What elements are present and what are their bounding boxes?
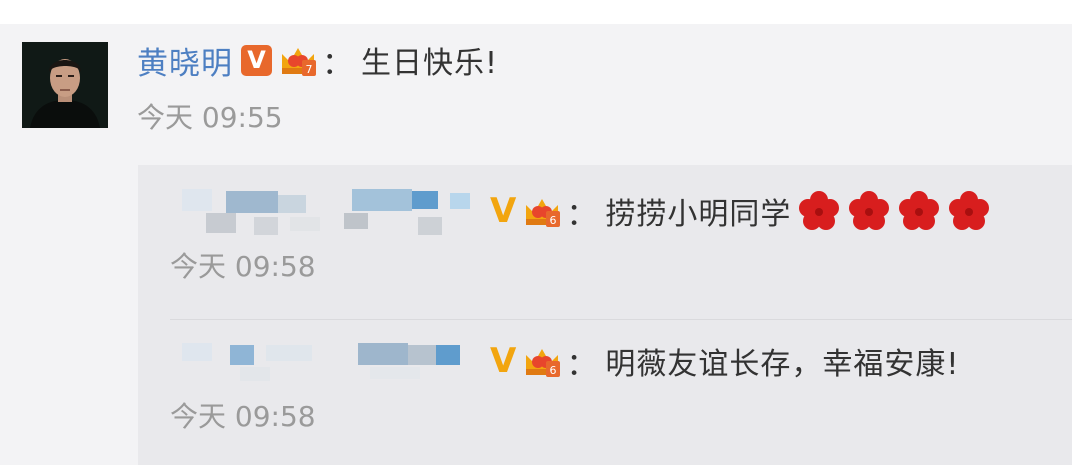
plum-blossom-icon (799, 191, 840, 230)
divider (170, 319, 1072, 320)
reply-item: V 6 ： 捞捞小明同学 今天 09:58 (170, 185, 1052, 285)
svg-text:6: 6 (550, 214, 557, 227)
svg-text:6: 6 (550, 364, 557, 377)
avatar-image (22, 42, 108, 128)
blurred-username (170, 333, 460, 389)
separator: ： (566, 346, 598, 383)
separator: ： (566, 196, 598, 233)
comment-text: 生日快乐! (361, 46, 499, 81)
verified-v-icon: V (490, 191, 517, 231)
separator: ： (322, 45, 353, 82)
reply-line: V 6 ： 明薇友谊长存，幸福安康! (170, 335, 1052, 387)
blurred-username (170, 183, 470, 239)
plum-blossom-icon (949, 191, 990, 230)
main-comment-line: 黄晓明 7 ： 生日快乐! (137, 34, 1052, 86)
crown-badge-icon: 6 (526, 349, 561, 377)
svg-text:7: 7 (306, 63, 313, 76)
crown-badge-icon: 7 (282, 48, 316, 76)
main-comment: 黄晓明 7 ： 生日快乐! 今天 09:55 (137, 34, 1052, 136)
timestamp: 今天 09:58 (170, 250, 316, 283)
top-band (0, 0, 1072, 24)
verified-v-icon (241, 44, 272, 76)
reply-line: V 6 ： 捞捞小明同学 (170, 185, 1052, 237)
verified-v-icon: V (490, 341, 517, 381)
plum-blossom-icon (899, 191, 940, 230)
reply-box: V 6 ： 捞捞小明同学 今天 09:58 V 6 ： 明薇友谊长存，幸福安康!… (138, 165, 1072, 465)
reply-text: 明薇友谊长存，幸福安康! (605, 347, 960, 382)
reply-item: V 6 ： 明薇友谊长存，幸福安康! 今天 09:58 (170, 335, 1052, 435)
timestamp: 今天 09:58 (170, 400, 316, 433)
plum-blossom-icon (849, 191, 890, 230)
avatar[interactable] (22, 42, 108, 128)
username-link[interactable]: 黄晓明 (137, 38, 233, 83)
crown-badge-icon: 6 (526, 199, 561, 227)
reply-text: 捞捞小明同学 (605, 197, 792, 232)
timestamp: 今天 09:55 (137, 101, 283, 134)
